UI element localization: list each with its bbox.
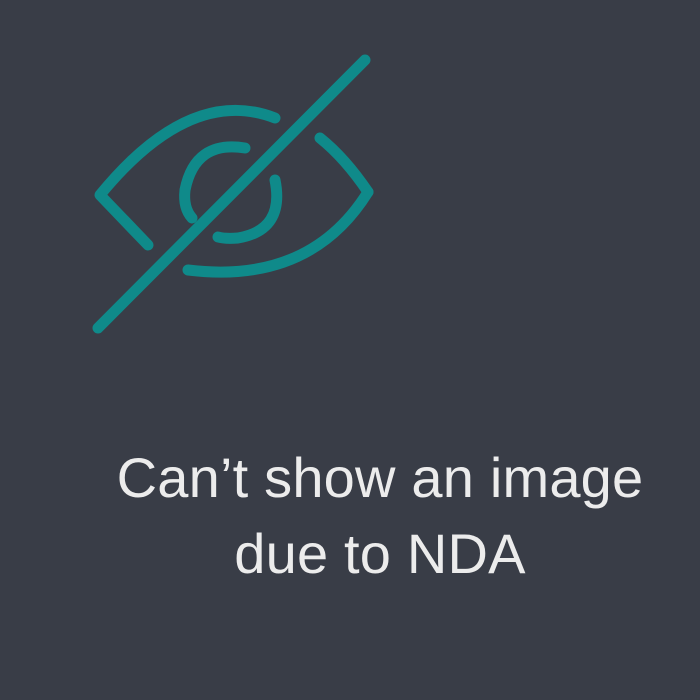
eye-slash-icon <box>92 54 374 334</box>
iris-lower-arc <box>212 174 283 244</box>
message-line-1: Can’t show an image <box>116 446 644 509</box>
slash-line <box>92 54 371 334</box>
page: { "background_color": "#393d47", "icon":… <box>0 0 700 700</box>
eye-upper-right-lid <box>314 132 374 198</box>
message-line-2: due to NDA <box>234 522 526 585</box>
nda-message: Can’t show an image due to NDA <box>60 440 700 592</box>
